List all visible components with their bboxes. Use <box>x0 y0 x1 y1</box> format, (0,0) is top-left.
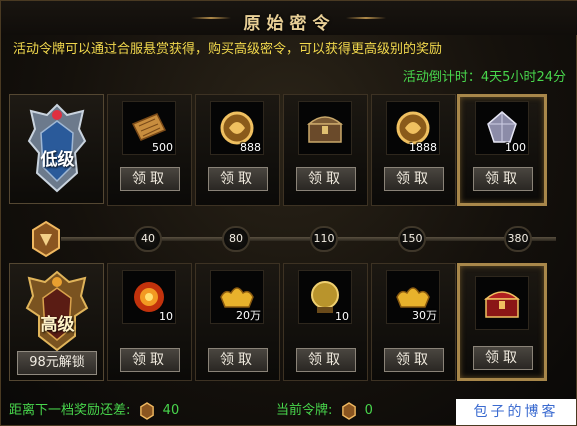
threshold-node: 40 <box>134 226 162 252</box>
reward-item-slot[interactable]: 10 <box>298 270 352 324</box>
reward-item-slot[interactable]: 500 <box>122 101 176 155</box>
event-description: 活动令牌可以通过合服悬赏获得，购买高级密令，可以获得更高级别的奖励 <box>13 42 443 57</box>
reward-item-slot[interactable]: 888 <box>210 101 264 155</box>
reward-quantity: 10 <box>159 310 173 323</box>
reward-item-slot[interactable] <box>475 276 529 330</box>
high-reward-cell-5: 领取 <box>457 263 547 381</box>
high-reward-cell-2: 20万 领取 <box>195 263 280 381</box>
low-tier-label: 低级 <box>40 150 75 170</box>
low-reward-cell-5: 100 领取 <box>457 94 547 206</box>
reward-item-slot[interactable]: 100 <box>475 101 529 155</box>
reward-quantity: 10 <box>335 310 349 323</box>
next-reward-value: 40 <box>162 403 180 418</box>
claim-button[interactable]: 领取 <box>296 348 356 372</box>
reward-item-slot[interactable]: 30万 <box>386 270 440 324</box>
unlock-button[interactable]: 98元解锁 <box>17 351 97 375</box>
high-reward-cell-3: 10 领取 <box>283 263 368 381</box>
next-reward-info: 距离下一档奖励还差: 40 <box>9 399 179 420</box>
claim-button[interactable]: 领取 <box>384 167 444 191</box>
claim-button[interactable]: 领取 <box>473 167 533 191</box>
claim-button[interactable]: 领取 <box>296 167 356 191</box>
reward-quantity: 30万 <box>412 309 437 322</box>
low-reward-cell-1: 500 领取 <box>107 94 192 206</box>
page-title: 原始密令 <box>243 14 336 34</box>
threshold-node: 150 <box>398 226 426 252</box>
progress-track: 40 80 110 150 380 <box>1 220 577 258</box>
high-reward-cell-1: 10 领取 <box>107 263 192 381</box>
low-reward-cell-2: 888 领取 <box>195 94 280 206</box>
reward-quantity: 888 <box>240 141 261 154</box>
reward-quantity: 100 <box>505 141 526 154</box>
watermark: 包子的博客 <box>456 399 576 425</box>
claim-button[interactable]: 领取 <box>208 348 268 372</box>
reward-quantity: 1888 <box>409 141 437 154</box>
token-icon <box>32 220 60 258</box>
high-tier-emblem: 高级 98元解锁 <box>9 263 104 381</box>
current-token-value: 0 <box>364 403 373 418</box>
current-token-info: 当前令牌: 0 <box>276 399 373 420</box>
threshold-node: 380 <box>504 226 532 252</box>
treasure-chest-icon <box>307 116 343 143</box>
high-reward-cell-4: 30万 领取 <box>371 263 456 381</box>
red-chest-icon <box>484 291 520 318</box>
reward-item-slot[interactable]: 1888 <box>386 101 440 155</box>
low-reward-cell-4: 1888 领取 <box>371 94 456 206</box>
reward-item-slot[interactable]: 20万 <box>210 270 264 324</box>
reward-quantity: 500 <box>152 141 173 154</box>
token-icon <box>139 401 154 420</box>
next-reward-label: 距离下一档奖励还差: <box>9 403 131 418</box>
claim-button[interactable]: 领取 <box>384 348 444 372</box>
low-reward-cell-3: 领取 <box>283 94 368 206</box>
reward-item-slot[interactable] <box>298 101 352 155</box>
reward-item-slot[interactable]: 10 <box>122 270 176 324</box>
threshold-node: 80 <box>222 226 250 252</box>
claim-button[interactable]: 领取 <box>208 167 268 191</box>
claim-button[interactable]: 领取 <box>120 348 180 372</box>
event-panel: 原始密令 活动令牌可以通过合服悬赏获得，购买高级密令，可以获得更高级别的奖励 活… <box>0 0 577 426</box>
high-tier-label: 高级 <box>40 315 75 335</box>
reward-quantity: 20万 <box>236 309 261 322</box>
token-icon <box>341 401 356 420</box>
threshold-node: 110 <box>310 226 338 252</box>
low-tier-emblem: 低级 <box>9 94 104 204</box>
claim-button[interactable]: 领取 <box>120 167 180 191</box>
event-countdown: 活动倒计时：4天5小时24分 <box>402 70 566 85</box>
title-bar: 原始密令 <box>1 1 577 35</box>
claim-button[interactable]: 领取 <box>473 346 533 370</box>
current-token-label: 当前令牌: <box>276 403 333 418</box>
